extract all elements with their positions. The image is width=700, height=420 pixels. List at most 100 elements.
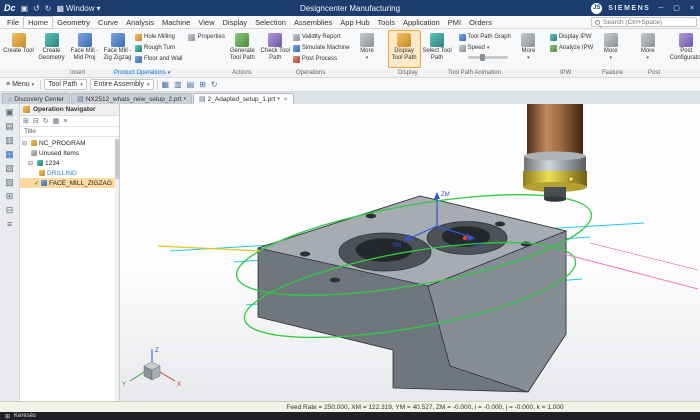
tab-whats-new-setup[interactable]: ▤ NX2512_whats_new_setup_2.prt ▾ <box>71 93 192 104</box>
face-mill-mid-proj-button[interactable]: Face Mill -Mid Proj <box>68 30 101 68</box>
redo-icon[interactable]: ↻ <box>45 4 52 13</box>
speed-slider-thumb[interactable] <box>480 54 485 61</box>
minimize-button[interactable]: ─ <box>656 5 665 12</box>
user-avatar[interactable]: JS <box>591 3 602 14</box>
animation-more-button[interactable]: More ▾ <box>512 30 545 68</box>
menu-display[interactable]: Display <box>218 17 251 28</box>
group-label-insert[interactable]: Insert <box>70 70 85 76</box>
properties-button[interactable]: Properties <box>188 32 224 42</box>
search-input[interactable] <box>603 19 693 26</box>
navigator-scrollbar[interactable] <box>115 137 119 401</box>
group-label-post[interactable]: Post <box>648 70 660 76</box>
close-tab-icon[interactable]: × <box>284 96 288 103</box>
ipw-more-button[interactable]: More ▾ <box>594 30 627 68</box>
menu-selection[interactable]: Selection <box>251 17 290 28</box>
menu-home[interactable]: Home <box>23 16 53 29</box>
close-button[interactable]: × <box>688 5 696 12</box>
3d-scene[interactable]: ZM XM YM <box>120 104 700 401</box>
create-tool-button[interactable]: Create Tool <box>2 30 35 68</box>
tree-row-1234[interactable]: ⊟ 1234 <box>20 158 119 168</box>
save-icon[interactable]: ▣ <box>21 4 29 13</box>
collapse-icon[interactable]: ⊟ <box>22 140 29 147</box>
create-geometry-button[interactable]: Create Geometry <box>35 30 68 68</box>
check-tool-path-button[interactable]: Check Tool Path <box>259 30 292 68</box>
generate-tool-path-button[interactable]: Generate Tool Path <box>226 30 259 68</box>
menu-pmi[interactable]: PMI <box>444 17 465 28</box>
collapse-icon[interactable]: ⊟ <box>28 160 35 167</box>
menu-view[interactable]: View <box>194 17 218 28</box>
validity-report-button[interactable]: Validity Report <box>293 32 350 42</box>
select-tool-path-button[interactable]: Select Tool Path <box>421 30 454 68</box>
operation-navigator-icon[interactable]: ▦ <box>5 149 14 159</box>
floor-and-wall-button[interactable]: Floor and Wall <box>135 54 182 64</box>
simulate-machine-button[interactable]: Simulate Machine <box>293 43 350 53</box>
command-search[interactable] <box>591 17 697 27</box>
face-mill-zigzag-button[interactable]: Face Mill -Zig Zigzag <box>101 30 134 68</box>
operations-more-button[interactable]: More ▾ <box>351 30 384 68</box>
assembly-filter-dropdown[interactable]: Entire Assembly ▾ <box>90 79 154 90</box>
expand-all-icon[interactable]: ⊞ <box>23 117 29 125</box>
start-icon[interactable]: ⊞ <box>5 413 10 420</box>
wireframe-icon[interactable]: ▤ <box>186 80 196 89</box>
menu-assemblies[interactable]: Assemblies <box>290 17 336 28</box>
taskbar-search[interactable]: Keresés <box>14 413 36 419</box>
tab-discovery-center[interactable]: ⌂ Discovery Center <box>2 93 70 104</box>
tool-path-graph-button[interactable]: Tool Path Graph <box>459 32 511 42</box>
group-label-ipw[interactable]: IPW <box>560 70 571 76</box>
menu-orders[interactable]: Orders <box>465 17 496 28</box>
tab-adapted-setup[interactable]: ▤ 2_Adapted_setup_1.prt ▾ × <box>193 93 294 104</box>
workpiece[interactable] <box>258 196 566 392</box>
tree-row-drilling[interactable]: DRILLING <box>20 168 119 178</box>
filter-icon[interactable]: ▦ <box>53 117 60 125</box>
display-tool-path-button[interactable]: Display Tool Path <box>388 30 421 68</box>
constraint-navigator-icon[interactable]: ▤ <box>5 121 14 131</box>
refresh-icon[interactable]: ↻ <box>210 80 219 89</box>
menu-curve[interactable]: Curve <box>94 17 122 28</box>
speed-control[interactable]: Speed ▾ <box>459 43 511 53</box>
hole-milling-button[interactable]: Hole Milling <box>135 32 182 42</box>
group-label-display[interactable]: Display <box>398 70 418 76</box>
group-label-feature[interactable]: Feature <box>602 70 623 76</box>
scrollbar-thumb[interactable] <box>115 139 119 179</box>
menu-application[interactable]: Application <box>399 17 444 28</box>
post-configurator-button[interactable]: Post Configurator <box>668 30 700 68</box>
group-label-actions[interactable]: Actions <box>232 70 252 76</box>
post-process-button[interactable]: Post Process <box>293 54 350 64</box>
selection-scope-dropdown[interactable]: Tool Path ▾ <box>44 79 87 90</box>
menu-app-hub[interactable]: App Hub <box>336 17 373 28</box>
expand-selection-icon[interactable]: ⊞ <box>198 80 207 89</box>
refresh-icon[interactable]: ↻ <box>43 117 49 125</box>
reuse-library-icon[interactable]: ▨ <box>5 177 14 187</box>
selection-filter-icon[interactable]: ▦ <box>161 80 171 89</box>
tree-row-face-mill-zigzag[interactable]: ✓ FACE_MILL_ZIGZAG <box>20 178 119 188</box>
history-icon[interactable]: ⊟ <box>6 205 14 215</box>
menu-analysis[interactable]: Analysis <box>122 17 158 28</box>
menu-dropdown[interactable]: ≡ Menu ▾ <box>3 80 37 89</box>
cutting-tool[interactable] <box>523 104 587 202</box>
feature-more-button[interactable]: More ▾ <box>631 30 664 68</box>
part-navigator-icon[interactable]: ▥ <box>5 135 14 145</box>
navigator-column-header[interactable]: Title <box>20 127 119 137</box>
product-operations-dropdown[interactable]: Product Operations ▾ <box>112 70 172 76</box>
group-label-operations[interactable]: Operations <box>296 70 325 76</box>
graphics-window[interactable]: ZM XM YM <box>120 104 700 401</box>
snap-point-icon[interactable]: ▥ <box>173 80 183 89</box>
analyze-ipw-button[interactable]: Analyze IPW <box>550 43 593 53</box>
menu-file[interactable]: File <box>3 17 23 28</box>
tree-row-unused-items[interactable]: Unused Items <box>20 148 119 158</box>
rough-turn-button[interactable]: Rough Turn <box>135 43 182 53</box>
view-triad[interactable]: Z X Y <box>122 348 181 388</box>
maximize-button[interactable]: ▢ <box>671 4 682 12</box>
navigator-header[interactable]: Operation Navigator <box>20 104 119 116</box>
assembly-navigator-icon[interactable]: ▣ <box>5 107 14 117</box>
settings-icon[interactable]: ≡ <box>63 118 67 125</box>
group-label-tool-path-animation[interactable]: Tool Path Animation <box>448 70 501 76</box>
undo-icon[interactable]: ↺ <box>33 4 40 13</box>
display-ipw-button[interactable]: Display IPW <box>550 32 593 42</box>
tree-row-nc-program[interactable]: ⊟ NC_PROGRAM <box>20 138 119 148</box>
menu-geometry[interactable]: Geometry <box>53 17 94 28</box>
speed-slider[interactable] <box>468 56 508 59</box>
menu-tools[interactable]: Tools <box>373 17 399 28</box>
window-menu[interactable]: ▦ Window ▾ <box>56 4 100 13</box>
collapse-all-icon[interactable]: ⊟ <box>33 117 39 125</box>
